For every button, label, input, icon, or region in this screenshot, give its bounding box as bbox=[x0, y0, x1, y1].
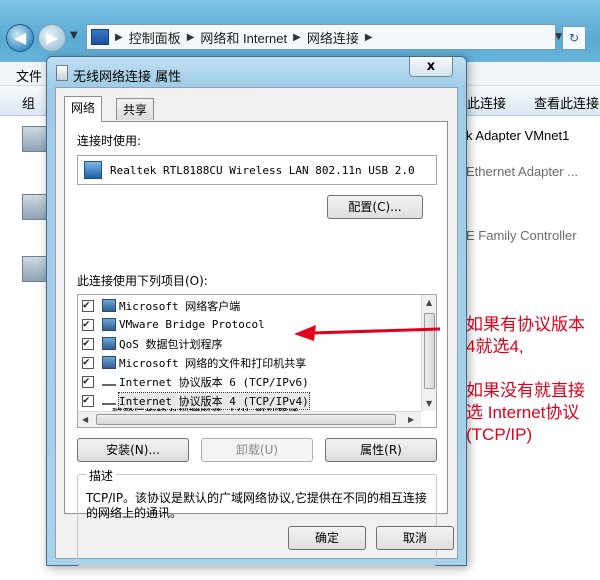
wireless-adapter-icon[interactable] bbox=[22, 256, 48, 282]
protocol-icon bbox=[102, 397, 116, 405]
checkbox[interactable] bbox=[82, 355, 94, 369]
control-panel-icon bbox=[91, 29, 109, 45]
horizontal-scrollbar[interactable]: ◀ ▶ bbox=[78, 411, 421, 427]
tab-network[interactable]: 网络 bbox=[64, 96, 103, 122]
components-list[interactable]: Microsoft 网络客户端 VMware Bridge Protocol Q… bbox=[77, 294, 437, 428]
annotation-line-3: 如果没有就直接 bbox=[466, 381, 585, 400]
tab-sharing[interactable]: 共享 bbox=[116, 98, 155, 120]
annotation-line-4: 选 Internet协议 bbox=[466, 403, 580, 422]
network-card-icon bbox=[84, 161, 102, 179]
checkbox[interactable] bbox=[82, 374, 94, 388]
item-label: Internet 协议版本 4 (TCP/IPv4) bbox=[118, 391, 310, 410]
annotation-line-2: 4就选4, bbox=[466, 337, 524, 356]
checkbox[interactable] bbox=[82, 317, 94, 331]
protocol-icon bbox=[102, 378, 116, 386]
chevron-right-icon[interactable]: ▶ bbox=[113, 32, 125, 43]
description-group: 描述 TCP/IP。该协议是默认的广域网络协议,它提供在不同的相互连接的网络上的… bbox=[77, 467, 437, 566]
dialog-title: 无线网络连接 属性 bbox=[73, 70, 182, 85]
annotation-line-5: (TCP/IP) bbox=[466, 425, 533, 444]
view-status-button[interactable]: 查看此连接 bbox=[534, 93, 599, 112]
checkbox[interactable] bbox=[82, 336, 94, 350]
properties-dialog: 无线网络连接 属性 x 网络 共享 连接时使用: Realtek RTL8188… bbox=[46, 56, 467, 566]
annotation-line-1: 如果有协议版本 bbox=[466, 315, 585, 334]
description-text: TCP/IP。该协议是默认的广域网络协议,它提供在不同的相互连接的网络上的通讯。 bbox=[86, 491, 427, 520]
scroll-thumb[interactable] bbox=[96, 414, 396, 425]
network-client-icon bbox=[102, 299, 116, 312]
ok-button[interactable]: 确定 bbox=[288, 526, 366, 550]
checkbox[interactable] bbox=[82, 298, 94, 312]
refresh-icon[interactable]: ↻ bbox=[562, 26, 586, 50]
install-button[interactable]: 安装(N)... bbox=[77, 438, 189, 462]
network-tab-panel: 连接时使用: Realtek RTL8188CU Wireless LAN 80… bbox=[64, 121, 448, 566]
list-item[interactable]: Microsoft 网络客户端 bbox=[78, 296, 422, 315]
item-label: Microsoft 网络的文件和打印机共享 bbox=[119, 356, 307, 370]
arrow-head bbox=[294, 325, 316, 341]
connection-properties-icon bbox=[56, 65, 68, 81]
arrow-shaft bbox=[311, 327, 440, 335]
chevron-right-icon[interactable]: ▶ bbox=[363, 32, 375, 43]
connect-using-label: 连接时使用: bbox=[77, 134, 142, 148]
recent-pages-dropdown-icon[interactable]: ▼ bbox=[70, 30, 78, 41]
connect-button[interactable]: 此连接 bbox=[467, 93, 506, 112]
item-label: QoS 数据包计划程序 bbox=[119, 337, 223, 351]
uninstall-button[interactable]: 卸载(U) bbox=[201, 438, 313, 462]
address-dropdown-icon[interactable]: ▼ bbox=[555, 32, 562, 42]
qos-scheduler-icon bbox=[102, 337, 116, 350]
vertical-scrollbar[interactable]: ▲ ▼ bbox=[421, 295, 436, 411]
bridge-protocol-icon bbox=[102, 318, 116, 331]
network-adapter-icon[interactable] bbox=[22, 126, 48, 152]
red-arrow-annotation bbox=[294, 325, 440, 341]
configure-button[interactable]: 配置(C)... bbox=[327, 195, 423, 219]
chevron-right-icon[interactable]: ▶ bbox=[291, 32, 303, 43]
back-button[interactable]: ◀ bbox=[6, 24, 34, 52]
breadcrumb-network-internet[interactable]: 网络和 Internet bbox=[196, 28, 291, 47]
scroll-right-icon[interactable]: ▶ bbox=[408, 415, 414, 424]
properties-button[interactable]: 属性(R) bbox=[325, 438, 437, 462]
list-item[interactable]: Internet 协议版本 6 (TCP/IPv6) bbox=[78, 372, 422, 391]
checkbox[interactable] bbox=[82, 393, 94, 407]
scroll-left-icon[interactable]: ◀ bbox=[82, 415, 88, 424]
file-printer-sharing-icon bbox=[102, 356, 116, 369]
adapter-family-controller-label[interactable]: E Family Controller bbox=[466, 228, 577, 243]
adapter-ethernet-label[interactable]: Ethernet Adapter ... bbox=[466, 164, 578, 179]
description-title: 描述 bbox=[86, 467, 117, 484]
cancel-button[interactable]: 取消 bbox=[376, 526, 454, 550]
scroll-up-icon[interactable]: ▲ bbox=[426, 298, 432, 307]
breadcrumb-control-panel[interactable]: 控制面板 bbox=[125, 28, 185, 47]
adapter-vmnet1-label[interactable]: k Adapter VMnet1 bbox=[466, 128, 569, 143]
adapter-device-field: Realtek RTL8188CU Wireless LAN 802.11n U… bbox=[77, 155, 437, 185]
forward-button[interactable]: ▶ bbox=[38, 24, 66, 52]
items-label: 此连接使用下列项目(O): bbox=[77, 274, 208, 288]
close-button[interactable]: x bbox=[409, 57, 453, 77]
address-bar[interactable]: ▶ 控制面板 ▶ 网络和 Internet ▶ 网络连接 ▶ bbox=[86, 24, 556, 50]
device-name: Realtek RTL8188CU Wireless LAN 802.11n U… bbox=[110, 163, 415, 177]
item-label: Microsoft 网络客户端 bbox=[119, 299, 241, 313]
scroll-down-icon[interactable]: ▼ bbox=[426, 399, 432, 408]
list-item[interactable]: Microsoft 网络的文件和打印机共享 bbox=[78, 353, 422, 372]
organize-button[interactable]: 组 bbox=[22, 93, 35, 112]
item-label: VMware Bridge Protocol bbox=[119, 318, 265, 331]
breadcrumb-network-connections[interactable]: 网络连接 bbox=[303, 28, 363, 47]
menu-file[interactable]: 文件 bbox=[16, 66, 42, 85]
network-adapter-icon[interactable] bbox=[22, 194, 48, 220]
chevron-right-icon[interactable]: ▶ bbox=[185, 32, 197, 43]
item-label: Internet 协议版本 6 (TCP/IPv6) bbox=[119, 375, 309, 389]
